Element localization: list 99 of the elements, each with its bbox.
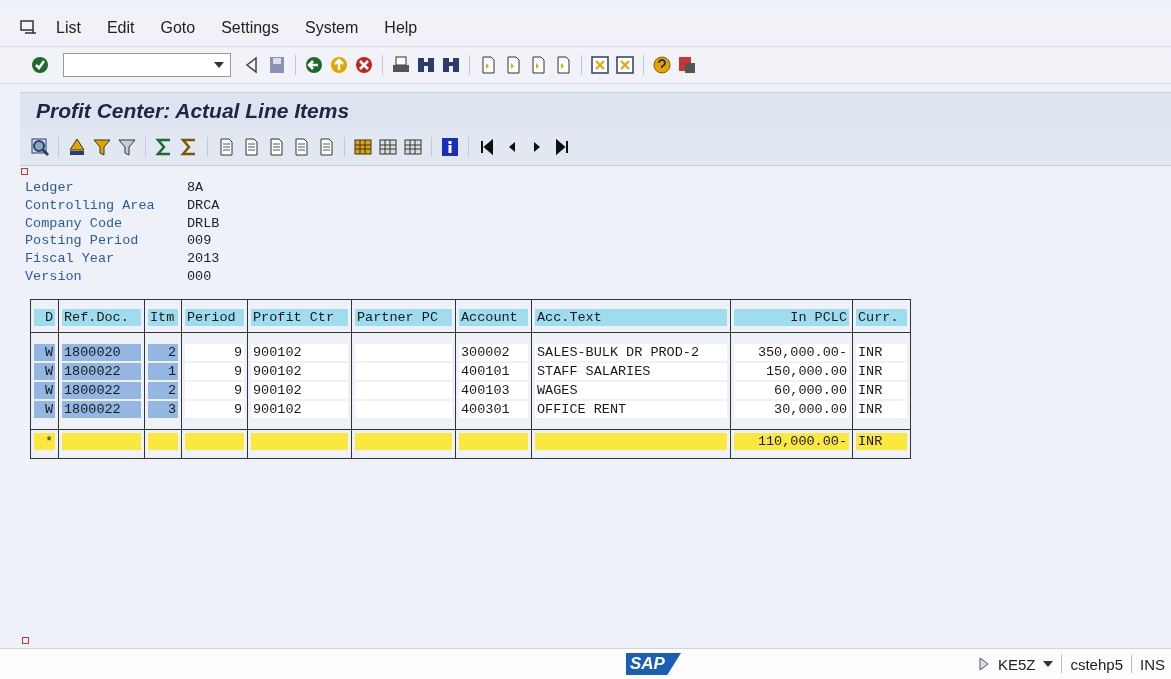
table-cell: OFFICE RENT xyxy=(535,400,727,418)
table-cell: 9 xyxy=(185,362,244,380)
table-cell: STAFF SALARIES xyxy=(535,362,727,380)
details-icon[interactable] xyxy=(30,137,50,157)
layout-icon[interactable] xyxy=(677,55,697,75)
menu-item[interactable]: System xyxy=(305,19,359,37)
table-cell: 150,000.00 xyxy=(734,362,849,380)
table-cell xyxy=(459,432,528,450)
table-cell xyxy=(148,432,178,450)
field-value: 009 xyxy=(187,232,212,251)
table-cell: 900102 xyxy=(251,400,348,418)
table-cell: W xyxy=(34,362,55,380)
new-window-icon[interactable] xyxy=(590,55,610,75)
shortcut-icon[interactable] xyxy=(615,55,635,75)
table-cell: 60,000.00 xyxy=(734,381,849,399)
menu-item[interactable]: Settings xyxy=(221,19,279,37)
field-value: DRLB xyxy=(187,214,220,233)
column-header[interactable]: Account xyxy=(459,308,528,326)
field-label: Company Code xyxy=(25,214,124,233)
column-header[interactable]: Curr. xyxy=(856,308,907,326)
screen-title: Profit Center: Actual Line Items xyxy=(36,99,350,123)
table-cell: 2 xyxy=(148,381,178,399)
caret-icon[interactable] xyxy=(1043,661,1054,667)
filter-icon[interactable] xyxy=(92,137,112,157)
column-header[interactable]: D xyxy=(34,308,55,326)
table-cell: 9 xyxy=(185,400,244,418)
column-header[interactable]: In PCLC xyxy=(734,308,849,326)
table-cell: 1 xyxy=(148,362,178,380)
check-icon[interactable] xyxy=(30,55,50,75)
table-cell: INR xyxy=(856,343,907,361)
print-icon[interactable] xyxy=(391,55,411,75)
find-icon[interactable] xyxy=(416,55,436,75)
table-cell: 9 xyxy=(185,343,244,361)
sort-icon[interactable] xyxy=(67,137,87,157)
table-cell: 900102 xyxy=(251,381,348,399)
table-cell: 900102 xyxy=(251,343,348,361)
menu-item[interactable]: Edit xyxy=(106,19,135,37)
table-cell: * xyxy=(34,432,55,450)
table-cell: 350,000.00- xyxy=(734,343,849,361)
transaction-code[interactable]: KE5Z xyxy=(997,655,1036,673)
table-cell: W xyxy=(34,400,55,418)
table-cell: INR xyxy=(856,432,907,450)
table-cell: 30,000.00 xyxy=(734,400,849,418)
table-cell: W xyxy=(34,343,55,361)
field-value: 8A xyxy=(187,179,204,197)
menu-item[interactable]: List xyxy=(56,19,81,37)
table-cell: WAGES xyxy=(535,381,727,399)
menu-item[interactable]: Goto xyxy=(160,19,196,37)
triangle-icon[interactable] xyxy=(977,657,990,671)
field-value: 000 xyxy=(187,268,212,286)
table-cell: 1800020 xyxy=(62,343,141,361)
cancel-icon[interactable] xyxy=(354,55,374,75)
server-name: cstehp5 xyxy=(1070,655,1123,673)
column-header[interactable]: Period xyxy=(185,308,244,326)
field-label: Version xyxy=(25,268,83,286)
column-header[interactable]: Acc.Text xyxy=(535,308,727,326)
table-cell: 9 xyxy=(185,381,244,399)
field-label: Controlling Area xyxy=(25,196,156,215)
table-cell: 900102 xyxy=(251,362,348,380)
table-cell: 3 xyxy=(148,400,178,418)
menu-icon[interactable] xyxy=(20,20,38,36)
dropdown-caret-icon[interactable] xyxy=(214,62,224,68)
column-header[interactable]: Itm xyxy=(148,308,178,326)
table-cell: SALES-BULK DR PROD-2 xyxy=(535,343,727,361)
table-cell xyxy=(185,432,244,450)
table-cell: 2 xyxy=(148,343,178,361)
info-icon[interactable] xyxy=(440,137,460,157)
table-cell: 400103 xyxy=(459,381,528,399)
filter-icon[interactable] xyxy=(117,137,137,157)
column-header[interactable]: Profit Ctr xyxy=(251,308,348,326)
table-cell: INR xyxy=(856,362,907,380)
sap-logo: SAP xyxy=(626,653,681,675)
field-value: DRCA xyxy=(187,196,220,215)
table-cell: 400101 xyxy=(459,362,528,380)
command-field[interactable] xyxy=(63,53,231,77)
table-cell: INR xyxy=(856,381,907,399)
help-icon[interactable] xyxy=(652,55,672,75)
menu-item[interactable]: Help xyxy=(384,19,418,37)
field-value: 2013 xyxy=(187,250,220,268)
column-header[interactable]: Partner PC xyxy=(355,308,452,326)
find-next-icon[interactable] xyxy=(441,55,461,75)
grid-icon[interactable] xyxy=(353,137,373,157)
field-label: Fiscal Year xyxy=(25,250,116,268)
layout-select-icon[interactable] xyxy=(403,137,423,157)
column-header[interactable]: Ref.Doc. xyxy=(62,308,141,326)
table-cell: INR xyxy=(856,400,907,418)
table-cell: 1800022 xyxy=(62,400,141,418)
table-cell: 1800022 xyxy=(62,362,141,380)
layout-icon[interactable] xyxy=(378,137,398,157)
back-icon[interactable] xyxy=(304,55,324,75)
table-cell: W xyxy=(34,381,55,399)
save-icon[interactable] xyxy=(267,55,287,75)
table-cell: 1800022 xyxy=(62,381,141,399)
field-label: Ledger xyxy=(25,179,75,197)
table-cell: 300002 xyxy=(459,343,528,361)
table-cell: 400301 xyxy=(459,400,528,418)
insert-mode: INS xyxy=(1140,655,1165,673)
field-label: Posting Period xyxy=(25,232,140,251)
table-cell: 110,000.00- xyxy=(734,432,849,450)
